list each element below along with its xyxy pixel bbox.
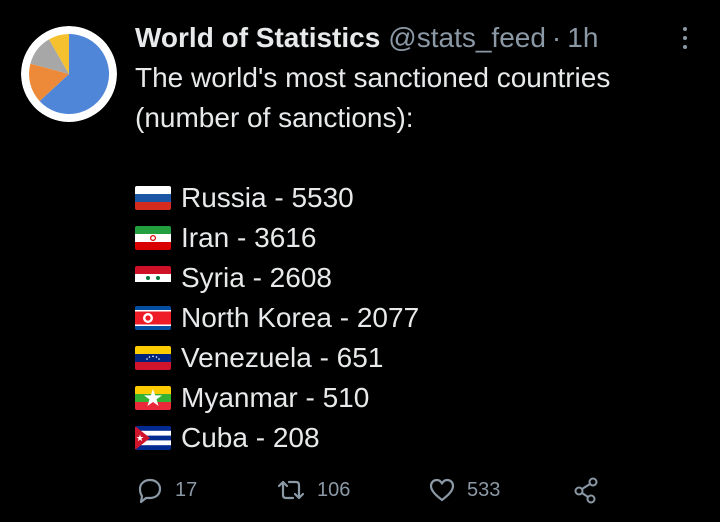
cuba-flag-icon — [135, 426, 171, 450]
list-item: Cuba - 208 — [135, 418, 695, 458]
north-korea-flag-icon — [135, 306, 171, 330]
display-name[interactable]: World of Statistics — [135, 18, 380, 58]
share-icon — [574, 477, 598, 504]
heart-icon — [429, 478, 455, 502]
list-item: North Korea - 2077 — [135, 298, 695, 338]
pie-chart-avatar-icon[interactable] — [21, 26, 117, 122]
tweet-header: World of Statistics @stats_feed · 1h — [135, 18, 695, 58]
reply-count: 17 — [175, 478, 198, 501]
reply-icon — [138, 478, 162, 504]
list-item: Syria - 2608 — [135, 258, 695, 298]
tweet-text: The world's most sanctioned countries (n… — [135, 58, 695, 138]
tweet-actions: 17 106 533 — [135, 472, 695, 508]
separator-dot: · — [551, 22, 562, 53]
tweet-intro-line: The world's most sanctioned countries — [135, 62, 611, 93]
list-item: Myanmar - 510 — [135, 378, 695, 418]
like-count: 533 — [467, 478, 501, 501]
list-item-text: Cuba - 208 — [181, 422, 320, 453]
tweet-time[interactable]: 1h — [567, 18, 598, 58]
venezuela-flag-icon — [135, 346, 171, 370]
like-button[interactable]: 533 — [427, 472, 500, 508]
list-item: Iran - 3616 — [135, 218, 695, 258]
retweet-count: 106 — [317, 478, 351, 501]
myanmar-flag-icon — [135, 386, 171, 410]
syria-flag-icon — [135, 266, 171, 290]
reply-button[interactable]: 17 — [135, 472, 197, 508]
list-item-text: Syria - 2608 — [181, 262, 332, 293]
list-item-text: Venezuela - 651 — [181, 342, 384, 373]
tweet-intro-line: (number of sanctions): — [135, 102, 414, 133]
more-options-icon[interactable] — [672, 22, 698, 54]
share-button[interactable] — [571, 472, 611, 508]
list-item: Russia - 5530 — [135, 178, 695, 218]
iran-flag-icon — [135, 226, 171, 250]
sanctions-list: Russia - 5530 Iran - 3616 Syria - 2608 N… — [135, 178, 695, 458]
list-item-text: North Korea - 2077 — [181, 302, 420, 333]
retweet-button[interactable]: 106 — [275, 472, 350, 508]
list-item-text: Iran - 3616 — [181, 222, 317, 253]
retweet-icon — [277, 480, 305, 500]
russia-flag-icon — [135, 186, 171, 210]
user-handle[interactable]: @stats_feed — [388, 18, 546, 58]
list-item-text: Russia - 5530 — [181, 182, 354, 213]
list-item-text: Myanmar - 510 — [181, 382, 370, 413]
list-item: Venezuela - 651 — [135, 338, 695, 378]
